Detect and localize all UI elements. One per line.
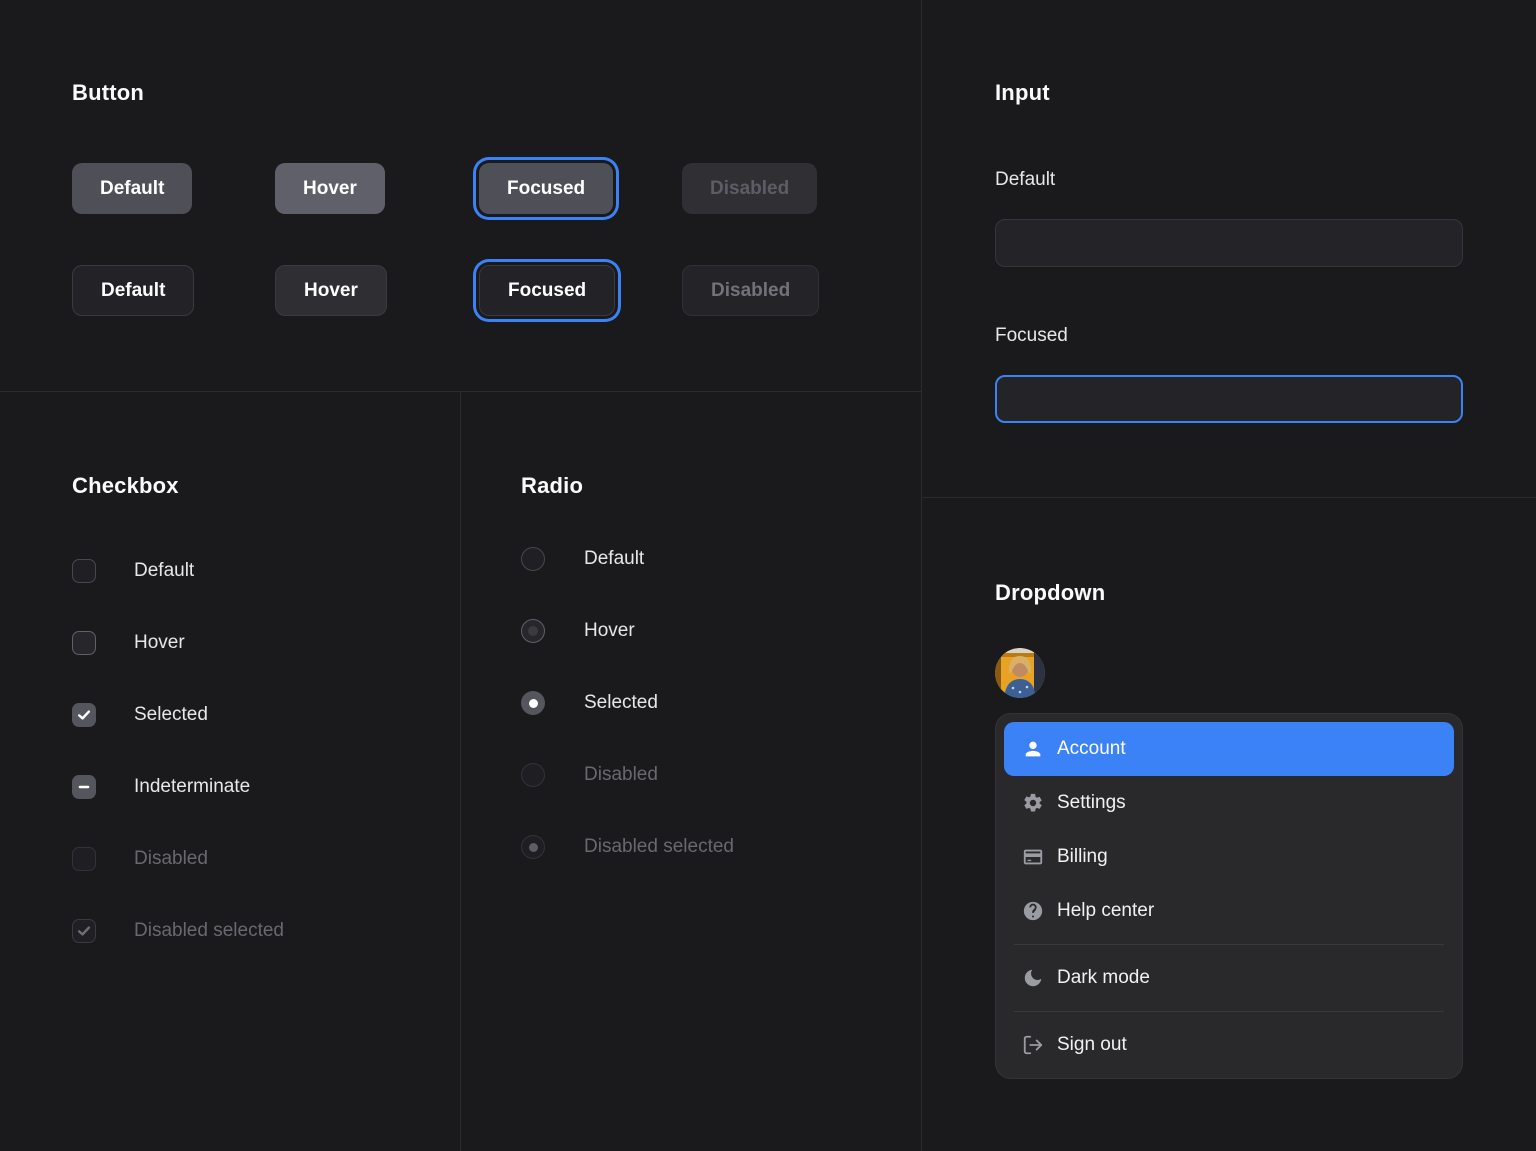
avatar-image [995,648,1045,698]
checkbox-selected[interactable] [72,703,96,727]
radio-selected-label: Selected [584,691,658,715]
radio-row-hover: Hover [521,619,635,643]
dropdown-menu: Account Settings Billing Help center Dar… [995,713,1463,1079]
checkbox-default[interactable] [72,559,96,583]
radio-row-selected: Selected [521,691,658,715]
dash-icon [75,778,93,796]
radio-dot [529,699,538,708]
radio-row-default: Default [521,547,644,571]
radio-selected[interactable] [521,691,545,715]
button-secondary-default[interactable]: Default [72,265,194,316]
menu-item-label: Settings [1057,792,1126,814]
radio-default-label: Default [584,547,644,571]
checkbox-hover[interactable] [72,631,96,655]
radio-dot [529,843,538,852]
checkbox-section-title: Checkbox [72,473,179,499]
radio-hover[interactable] [521,619,545,643]
input-focused-field[interactable] [995,375,1463,423]
radio-disabled-selected-label: Disabled selected [584,835,734,859]
radio-row-disabled: Disabled [521,763,658,787]
vertical-divider-checkbox-radio [460,391,461,1151]
input-focused-label: Focused [995,325,1068,347]
input-section-title: Input [995,80,1050,106]
menu-item-sign-out[interactable]: Sign out [1004,1018,1454,1072]
checkbox-row-disabled: Disabled [72,847,208,871]
sign-out-icon [1022,1034,1044,1056]
check-icon [75,922,93,940]
checkbox-row-hover: Hover [72,631,185,655]
checkbox-disabled [72,847,96,871]
radio-disabled-selected [521,835,545,859]
button-secondary-hover[interactable]: Hover [275,265,387,316]
button-secondary-disabled: Disabled [682,265,819,316]
menu-item-billing[interactable]: Billing [1004,830,1454,884]
help-circle-icon [1022,900,1044,922]
moon-icon [1022,967,1044,989]
input-default-field[interactable] [995,219,1463,267]
vertical-divider-main [921,0,922,1151]
menu-item-settings[interactable]: Settings [1004,776,1454,830]
button-primary-focused[interactable]: Focused [479,163,613,214]
checkbox-disabled-selected-label: Disabled selected [134,919,284,943]
checkbox-row-indeterminate: Indeterminate [72,775,250,799]
button-primary-hover[interactable]: Hover [275,163,385,214]
dropdown-section-title: Dropdown [995,580,1105,606]
gear-icon [1022,792,1044,814]
checkbox-disabled-label: Disabled [134,847,208,871]
button-primary-disabled: Disabled [682,163,817,214]
checkbox-row-disabled-selected: Disabled selected [72,919,284,943]
menu-divider [1014,944,1444,945]
checkbox-disabled-selected [72,919,96,943]
checkbox-row-default: Default [72,559,194,583]
menu-item-dark-mode[interactable]: Dark mode [1004,951,1454,1005]
credit-card-icon [1022,846,1044,868]
menu-item-account[interactable]: Account [1004,722,1454,776]
user-icon [1022,738,1044,760]
menu-item-label: Help center [1057,900,1154,922]
checkbox-selected-label: Selected [134,703,208,727]
checkbox-indeterminate-label: Indeterminate [134,775,250,799]
component-gallery: Button Default Hover Focused Disabled De… [0,0,1536,1151]
check-icon [75,706,93,724]
horizontal-divider-right [921,497,1536,498]
menu-item-label: Dark mode [1057,967,1150,989]
checkbox-indeterminate[interactable] [72,775,96,799]
avatar[interactable] [995,648,1045,698]
checkbox-row-selected: Selected [72,703,208,727]
radio-disabled [521,763,545,787]
radio-row-disabled-selected: Disabled selected [521,835,734,859]
radio-disabled-label: Disabled [584,763,658,787]
button-secondary-focused[interactable]: Focused [479,265,615,316]
radio-section-title: Radio [521,473,583,499]
input-default-label: Default [995,169,1055,191]
radio-default[interactable] [521,547,545,571]
menu-item-label: Billing [1057,846,1108,868]
button-primary-default[interactable]: Default [72,163,192,214]
menu-item-help-center[interactable]: Help center [1004,884,1454,938]
button-section-title: Button [72,80,144,106]
menu-item-label: Sign out [1057,1034,1127,1056]
checkbox-hover-label: Hover [134,631,185,655]
radio-dot [528,626,538,636]
menu-item-label: Account [1057,738,1126,760]
checkbox-default-label: Default [134,559,194,583]
radio-hover-label: Hover [584,619,635,643]
menu-divider [1014,1011,1444,1012]
